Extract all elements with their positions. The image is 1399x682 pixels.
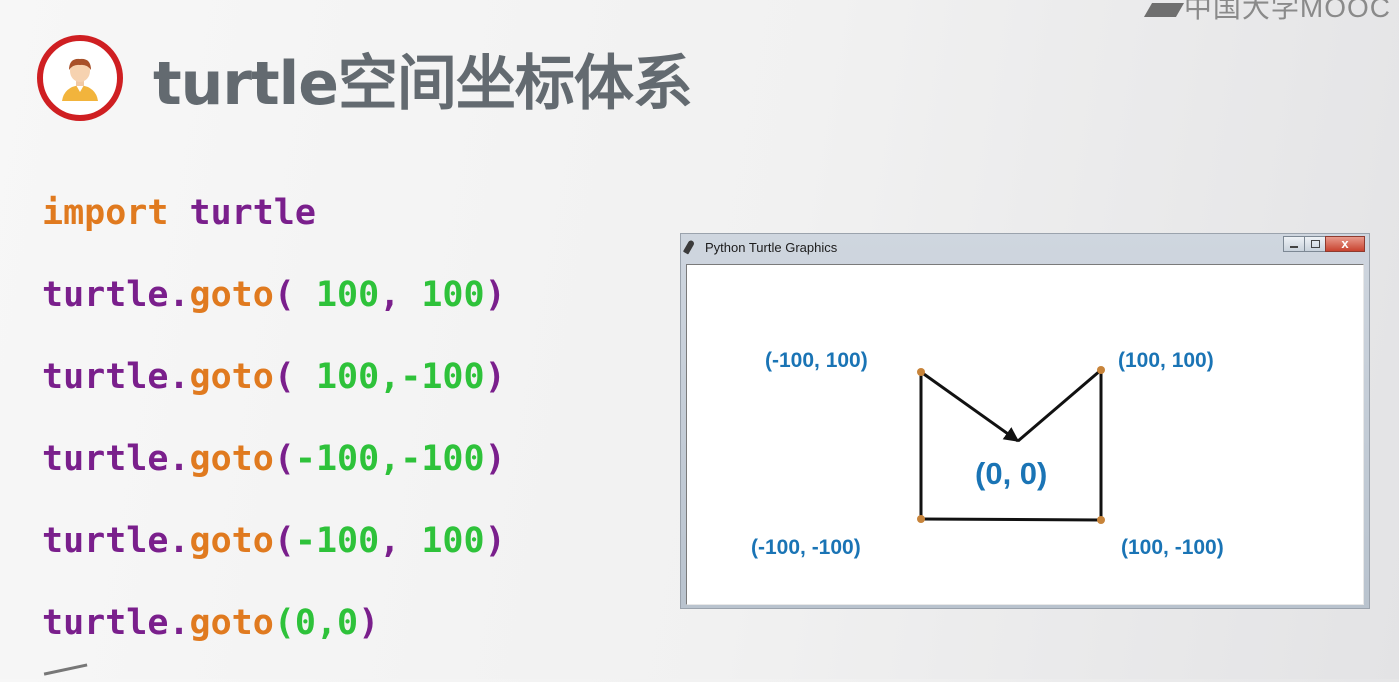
code-paren-open: ( (273, 603, 295, 643)
code-comma: , (379, 275, 422, 315)
vertex-bottom-left (917, 515, 925, 523)
code-paren-open: ( (273, 275, 295, 315)
label-top-left: (-100, 100) (765, 349, 868, 372)
code-dot: . (168, 275, 190, 315)
turtle-canvas: (-100, 100) (100, 100) (-100, -100) (100… (686, 264, 1364, 605)
code-dot: . (168, 439, 190, 479)
code-paren-close: ) (484, 357, 506, 397)
module-name: turtle (189, 193, 316, 233)
code-object: turtle (42, 439, 169, 479)
code-paren-close: ) (484, 439, 506, 479)
vertex-top-right (1097, 366, 1105, 374)
code-arg-y: 100 (421, 521, 485, 561)
code-function: goto (189, 603, 274, 643)
window-controls (1283, 236, 1365, 254)
watermark: 中国大学MOOC (1143, 0, 1391, 26)
code-line-goto-5: turtle.goto(0,0) (42, 600, 506, 682)
label-origin: (0, 0) (975, 456, 1047, 491)
code-line-goto-1: turtle.goto( 100, 100) (42, 272, 506, 354)
code-paren-close: ) (484, 521, 506, 561)
code-arg-x: -100 (294, 439, 380, 479)
code-line-goto-2: turtle.goto( 100,-100) (42, 354, 506, 436)
code-dot: . (168, 357, 190, 397)
turtle-drawing: (-100, 100) (100, 100) (-100, -100) (100… (751, 349, 1224, 559)
page-title: turtle空间坐标体系 (153, 49, 693, 119)
vertex-top-left (917, 368, 925, 376)
code-function: goto (189, 357, 274, 397)
code-arg-y: 0 (337, 603, 359, 643)
code-comma: , (379, 439, 401, 479)
code-function: goto (189, 439, 274, 479)
code-paren-close: ) (484, 275, 506, 315)
code-object: turtle (42, 521, 169, 561)
code-object: turtle (42, 357, 169, 397)
feather-icon (682, 239, 696, 255)
label-bottom-right: (100, -100) (1121, 536, 1224, 559)
path-segment-to-origin-left (920, 370, 1020, 443)
minimize-button[interactable] (1283, 236, 1305, 252)
code-line-import: import turtle (42, 190, 506, 272)
keyword-import: import (42, 193, 169, 233)
code-comma: , (379, 357, 401, 397)
path-segment-to-origin-right (1017, 368, 1102, 443)
close-button[interactable] (1325, 236, 1365, 252)
code-dot: . (168, 603, 190, 643)
code-paren-open: ( (273, 357, 295, 397)
code-arg-x: 100 (294, 275, 380, 315)
code-object: turtle (42, 603, 169, 643)
code-paren-close: ) (358, 603, 380, 643)
code-paren-open: ( (273, 439, 295, 479)
code-arg-x: 0 (294, 603, 316, 643)
mooc-logo-icon (1143, 2, 1184, 17)
window-title: Python Turtle Graphics (705, 240, 838, 255)
code-line-goto-3: turtle.goto(-100,-100) (42, 436, 506, 518)
code-object: turtle (42, 275, 169, 315)
code-arg-x: 100 (294, 357, 380, 397)
vertex-bottom-right (1097, 516, 1105, 524)
code-line-goto-4: turtle.goto(-100, 100) (42, 518, 506, 600)
code-block: import turtle turtle.goto( 100, 100) tur… (42, 190, 506, 682)
code-function: goto (189, 521, 274, 561)
user-avatar-icon (62, 58, 98, 101)
path-segment-bottom (920, 517, 1102, 522)
code-comma: , (379, 521, 422, 561)
turtle-window[interactable]: Python Turtle Graphics (-100, 100) (680, 233, 1370, 609)
code-arg-y: -100 (400, 357, 485, 397)
code-function: goto (189, 275, 274, 315)
code-comma: , (315, 603, 338, 643)
window-titlebar[interactable]: Python Turtle Graphics (681, 234, 1369, 264)
code-paren-open: ( (273, 521, 295, 561)
code-arg-x: -100 (294, 521, 380, 561)
code-dot: . (168, 521, 190, 561)
code-arg-y: -100 (400, 439, 485, 479)
label-top-right: (100, 100) (1118, 349, 1214, 372)
avatar-icon (37, 35, 123, 121)
code-arg-y: 100 (421, 275, 485, 315)
label-bottom-left: (-100, -100) (751, 536, 861, 559)
maximize-button[interactable] (1304, 236, 1326, 252)
watermark-text: 中国大学MOOC (1183, 0, 1391, 23)
